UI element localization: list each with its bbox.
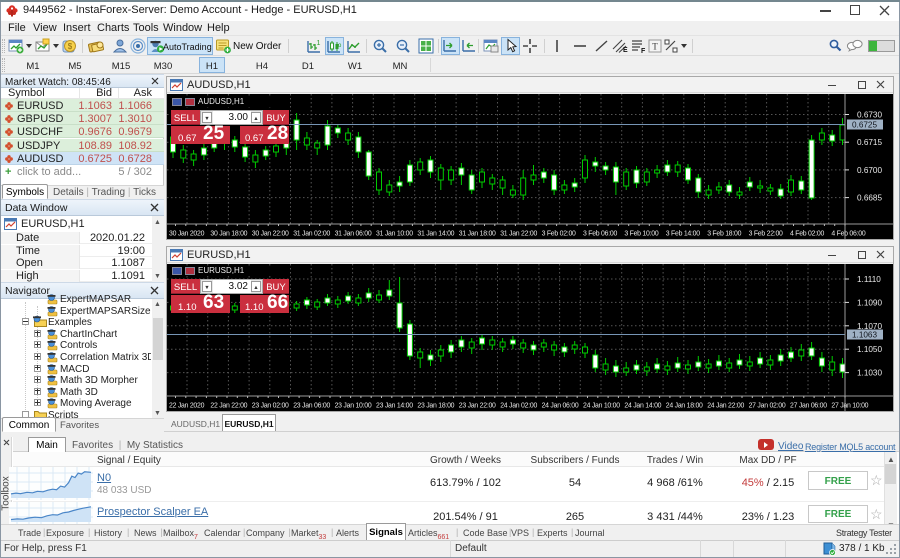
svg-text:24 Jan 02:00: 24 Jan 02:00 <box>500 403 537 410</box>
svg-text:23 Jan 22:00: 23 Jan 22:00 <box>459 403 496 410</box>
svg-text:24 Jan 06:00: 24 Jan 06:00 <box>542 403 579 410</box>
svg-text:0.6725: 0.6725 <box>852 121 877 130</box>
svg-text:23 Jan 06:00: 23 Jan 06:00 <box>293 403 330 410</box>
svg-text:T: T <box>652 42 658 52</box>
svg-text:31 Jan 14:00: 31 Jan 14:00 <box>417 231 454 238</box>
svg-text:3 Feb 14:00: 3 Feb 14:00 <box>666 231 700 238</box>
svg-text:23 Jan 10:00: 23 Jan 10:00 <box>335 403 372 410</box>
svg-text:31 Jan 02:00: 31 Jan 02:00 <box>293 231 330 238</box>
svg-text:30 Jan 18:00: 30 Jan 18:00 <box>210 231 247 238</box>
svg-text:4 Feb 06:00: 4 Feb 06:00 <box>831 231 865 238</box>
svg-text:1.1090: 1.1090 <box>857 298 882 307</box>
svg-text:31 Jan 10:00: 31 Jan 10:00 <box>376 231 413 238</box>
svg-text:0.6730: 0.6730 <box>857 111 882 120</box>
svg-text:23 Jan 14:00: 23 Jan 14:00 <box>376 403 413 410</box>
svg-text:4 Feb 02:00: 4 Feb 02:00 <box>790 231 824 238</box>
svg-text:1.1063: 1.1063 <box>852 331 877 340</box>
svg-text:24 Jan 10:00: 24 Jan 10:00 <box>583 403 620 410</box>
svg-text:1.1050: 1.1050 <box>857 345 882 354</box>
svg-text:31 Jan 22:00: 31 Jan 22:00 <box>500 231 537 238</box>
svg-text:31 Jan 06:00: 31 Jan 06:00 <box>335 231 372 238</box>
svg-text:1.1030: 1.1030 <box>857 369 882 378</box>
svg-text:3 Feb 06:00: 3 Feb 06:00 <box>583 231 617 238</box>
svg-text:3 Feb 22:00: 3 Feb 22:00 <box>749 231 783 238</box>
svg-text:22 Jan 22:00: 22 Jan 22:00 <box>210 403 247 410</box>
svg-text:24 Jan 22:00: 24 Jan 22:00 <box>707 403 744 410</box>
svg-text:1.1110: 1.1110 <box>857 275 881 284</box>
svg-text:3 Feb 10:00: 3 Feb 10:00 <box>624 231 658 238</box>
svg-text:27 Jan 10:00: 27 Jan 10:00 <box>831 403 868 410</box>
svg-text:F: F <box>641 48 646 54</box>
svg-text:3 Feb 02:00: 3 Feb 02:00 <box>542 231 576 238</box>
svg-text:0.6685: 0.6685 <box>857 194 882 203</box>
svg-text:23 Jan 02:00: 23 Jan 02:00 <box>252 403 289 410</box>
svg-text:30 Jan 22:00: 30 Jan 22:00 <box>252 231 289 238</box>
svg-text:3 Feb 18:00: 3 Feb 18:00 <box>707 231 741 238</box>
svg-text:30 Jan 2020: 30 Jan 2020 <box>169 231 205 238</box>
svg-text:1: 1 <box>317 40 321 47</box>
svg-text:27 Jan 02:00: 27 Jan 02:00 <box>749 403 786 410</box>
svg-text:24 Jan 14:00: 24 Jan 14:00 <box>624 403 661 410</box>
svg-text:27 Jan 06:00: 27 Jan 06:00 <box>790 403 827 410</box>
svg-text:$: $ <box>68 42 73 51</box>
svg-text:1.1070: 1.1070 <box>857 322 882 331</box>
svg-text:o: o <box>338 43 342 49</box>
svg-text:E: E <box>623 47 628 54</box>
svg-text:31 Jan 18:00: 31 Jan 18:00 <box>459 231 496 238</box>
svg-text:0.6700: 0.6700 <box>857 166 882 175</box>
svg-text:0.6715: 0.6715 <box>857 138 882 147</box>
svg-text:24 Jan 18:00: 24 Jan 18:00 <box>666 403 703 410</box>
svg-text:23 Jan 18:00: 23 Jan 18:00 <box>417 403 454 410</box>
svg-text:22 Jan 2020: 22 Jan 2020 <box>169 403 205 410</box>
